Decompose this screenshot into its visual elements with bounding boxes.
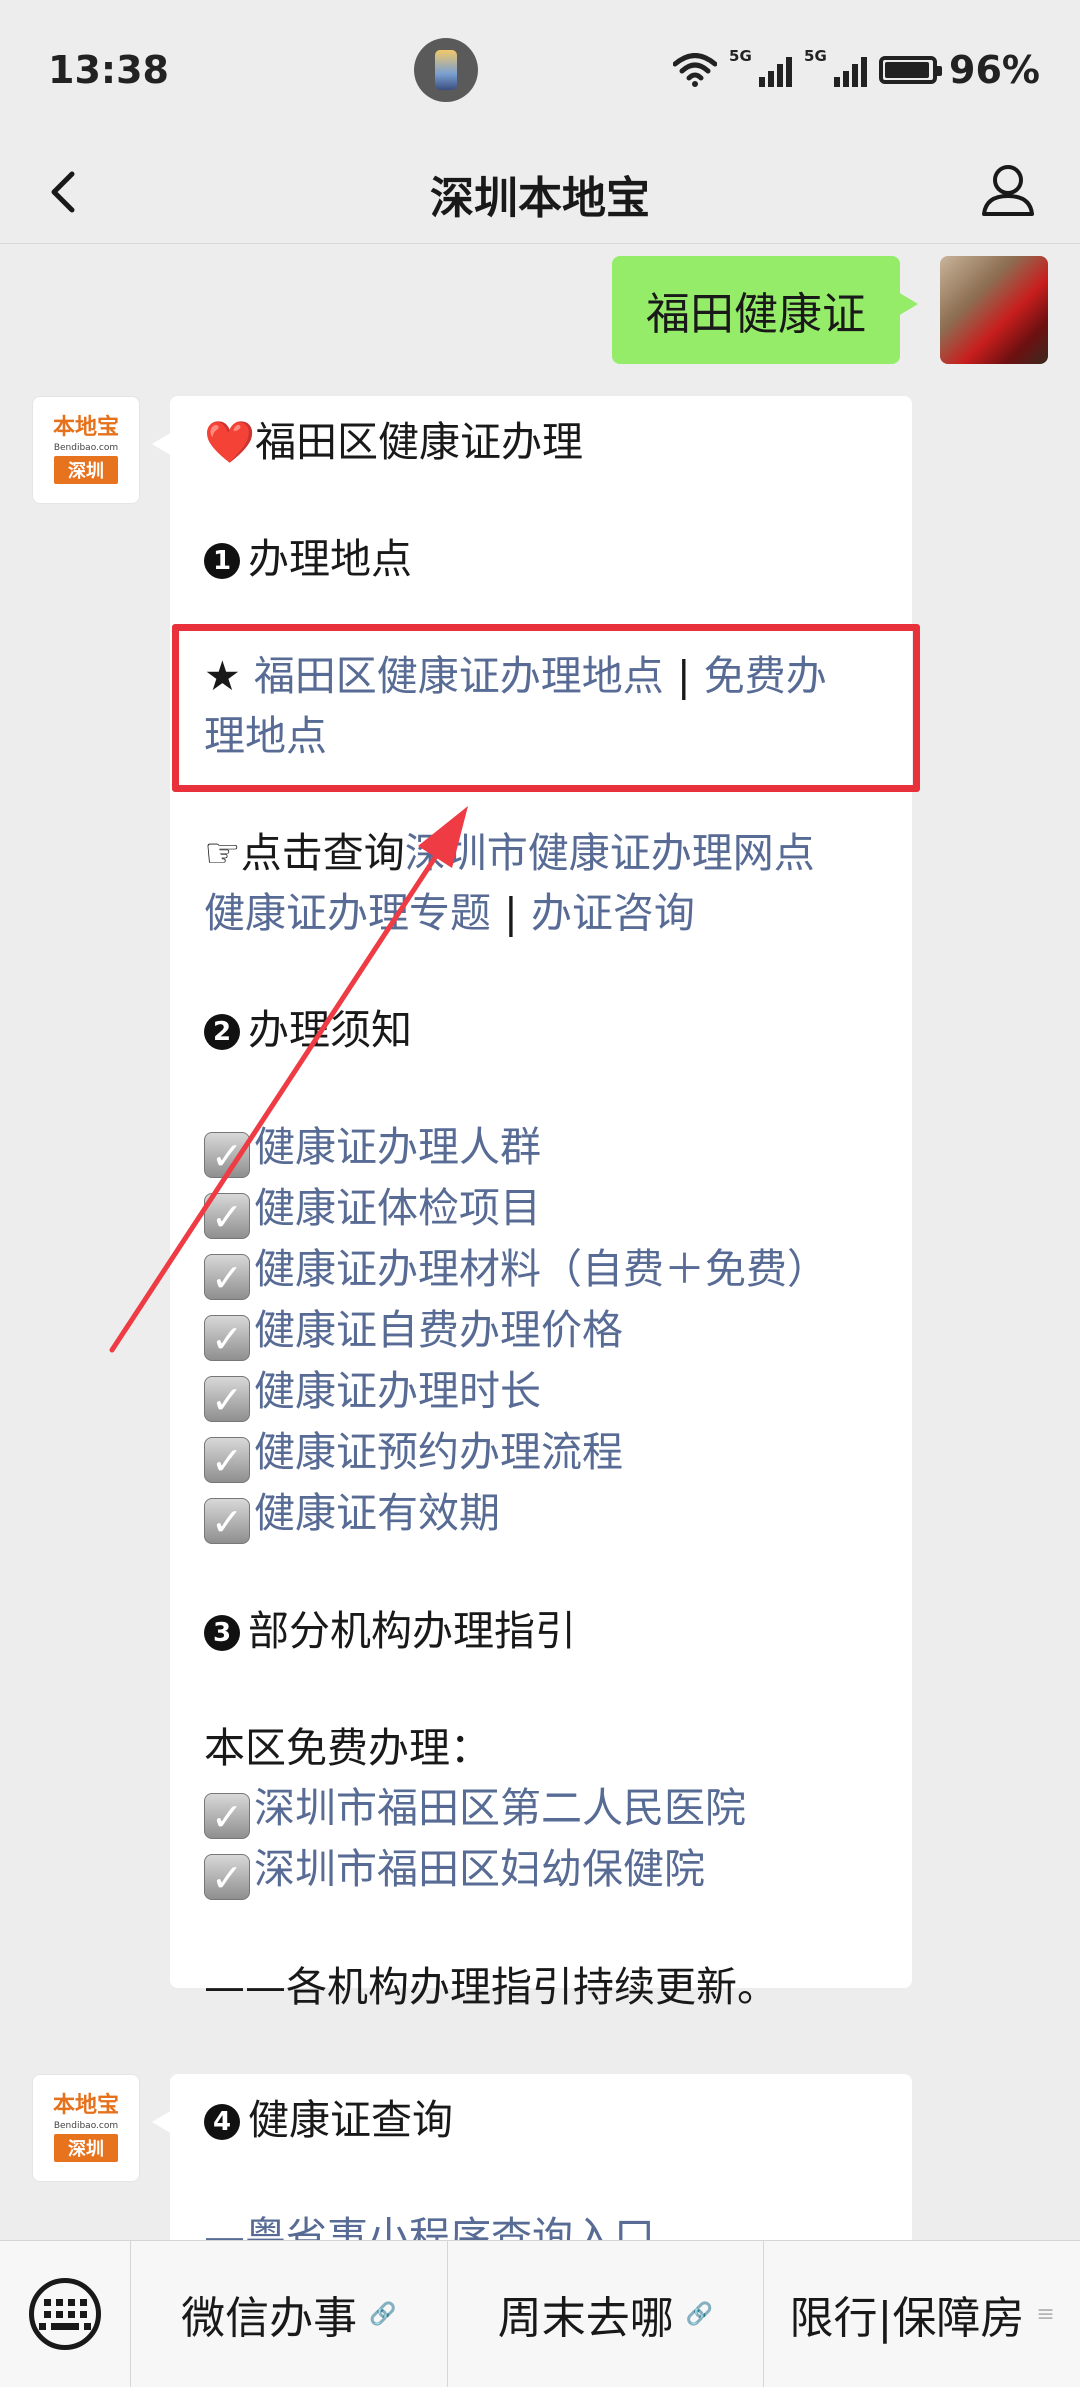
section-1-heading: 1 办理地点 [204,529,878,589]
status-icons: 5G 5G 96% [673,47,1040,92]
institution-item: ✓ 深圳市福田区第二人民医院 [204,1778,878,1839]
checkbox-icon: ✓ [204,1315,250,1361]
query-entry-link[interactable]: —粤省事小程序查询入口 [204,2207,878,2240]
number-badge-icon: 2 [204,1014,240,1050]
checklist-item: ✓ 健康证办理人群 [204,1117,878,1178]
institution-item: ✓ 深圳市福田区妇幼保健院 [204,1839,878,1900]
checklist-item: ✓ 健康证办理时长 [204,1361,878,1422]
pointing-hand-icon: ☞ [204,829,241,877]
number-badge-icon: 4 [204,2104,240,2140]
status-bar: 13:38 5G 5G 96% [0,0,1080,140]
menu-icon: ≡ [1036,2301,1055,2327]
menu-item-traffic-housing[interactable]: 限行|保障房 ≡ [763,2241,1080,2387]
topic-link[interactable]: 健康证办理专题 [204,889,491,937]
profile-icon[interactable] [976,158,1040,222]
link-icon: 🔗 [369,2301,397,2327]
keyboard-icon [29,2278,101,2350]
number-badge-icon: 3 [204,1615,240,1651]
signal-icon-2: 5G [804,47,868,87]
checklist-item: ✓ 健康证自费办理价格 [204,1300,878,1361]
checklist-item: ✓ 健康证体检项目 [204,1178,878,1239]
status-time: 13:38 [48,48,169,92]
checkbox-icon: ✓ [204,1498,250,1544]
free-location-link[interactable]: 免费办 [704,652,827,700]
location-line: ★ 福田区健康证办理地点 | 免费办 [204,652,827,700]
bottom-menu: 微信办事 🔗 周末去哪 🔗 限行|保障房 ≡ [0,2240,1080,2387]
checklist-item: ✓ 健康证有效期 [204,1483,878,1544]
query-line: ☞点击查询深圳市健康证办理网点 [204,829,815,877]
free-label: 本区免费办理： [204,1724,491,1772]
message-bubble[interactable]: ❤️福田区健康证办理 1 办理地点 ★ 福田区健康证办理地点 | 免费办 理地点 … [152,396,912,2011]
user-avatar[interactable] [940,256,1048,364]
bot-avatar[interactable]: 本地宝 Bendibao.com 深圳 [32,2074,140,2182]
battery-percent: 96% [949,48,1040,92]
menu-item-weekend[interactable]: 周末去哪 🔗 [446,2241,764,2387]
nav-bar: 深圳本地宝 [0,140,1080,244]
bot-avatar[interactable]: 本地宝 Bendibao.com 深圳 [32,396,140,504]
signal-icon-1: 5G [729,47,793,87]
checklist-item: ✓ 健康证预约办理流程 [204,1422,878,1483]
location-link[interactable]: 福田区健康证办理地点 [254,652,664,700]
wifi-icon [673,53,718,87]
update-note: ——各机构办理指引持续更新。 [204,1963,778,2011]
number-badge-icon: 1 [204,543,240,579]
battery-icon [879,56,943,84]
outgoing-message[interactable]: 福田健康证 [612,256,918,364]
checkbox-icon: ✓ [204,1376,250,1422]
menu-item-wechat-services[interactable]: 微信办事 🔗 [130,2241,447,2387]
topic-line: 健康证办理专题 | 办证咨询 [204,889,695,937]
checkbox-icon: ✓ [204,1254,250,1300]
consult-link[interactable]: 办证咨询 [531,889,695,937]
checkbox-icon: ✓ [204,1132,250,1178]
message-bubble[interactable]: 4 健康证查询 —粤省事小程序查询入口 [152,2074,912,2240]
checklist-item: ✓ 健康证办理材料（自费＋免费） [204,1239,878,1300]
outlets-link[interactable]: 深圳市健康证办理网点 [405,829,815,877]
keyboard-toggle[interactable] [0,2241,130,2387]
checkbox-icon: ✓ [204,1193,250,1239]
free-location-link-cont[interactable]: 理地点 [204,712,327,760]
page-title: 深圳本地宝 [430,173,650,224]
section-3-heading: 3 部分机构办理指引 [204,1601,878,1661]
section-2-heading: 2 办理须知 [204,1000,878,1060]
link-icon: 🔗 [685,2301,714,2327]
star-icon: ★ [204,652,241,700]
location-line-cont: 理地点 [204,706,878,766]
checkbox-icon: ✓ [204,1793,250,1839]
message-title: ❤️福田区健康证办理 [204,418,584,466]
checkbox-icon: ✓ [204,1854,250,1900]
checkbox-icon: ✓ [204,1437,250,1483]
section-4-heading: 4 健康证查询 [204,2090,878,2150]
floating-app-icon[interactable] [414,38,478,102]
heart-icon: ❤️ [204,418,256,466]
chat-area[interactable]: 福田健康证 本地宝 Bendibao.com 深圳 ❤️福田区健康证办理 1 办理… [0,244,1080,2240]
